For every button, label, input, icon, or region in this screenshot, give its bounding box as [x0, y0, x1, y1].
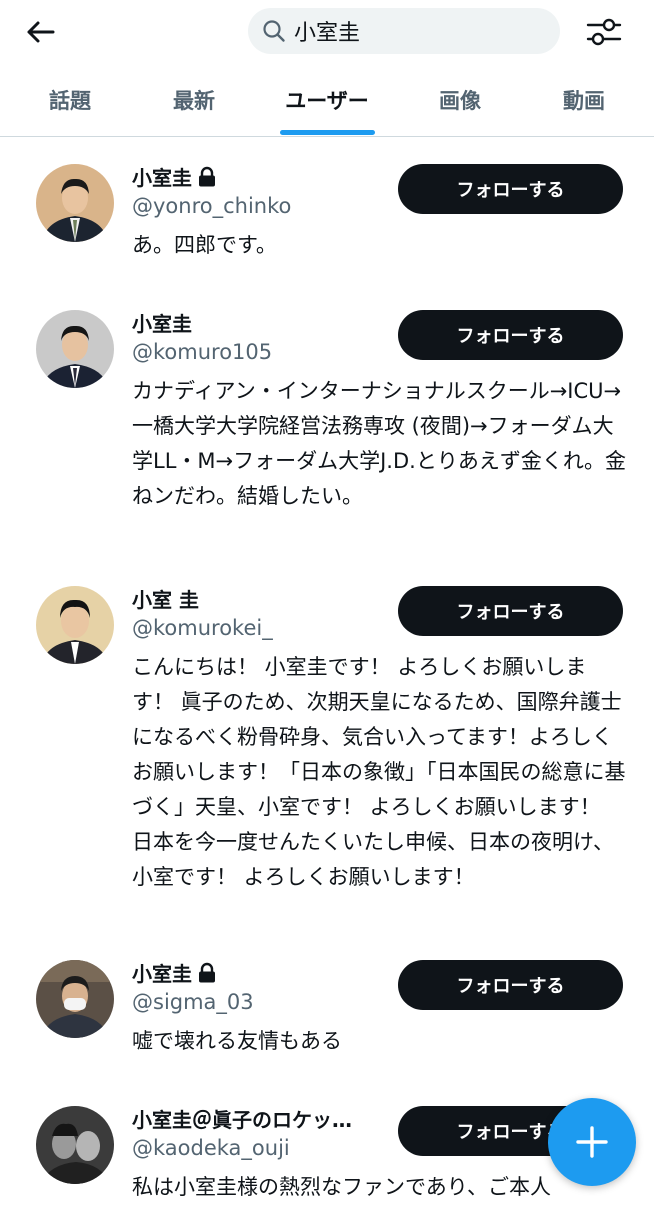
user-handle: @sigma_03	[132, 990, 254, 1014]
user-bio: カナディアン・インターナショナルスクール→ICU→一橋大学大学院経営法務専攻 (…	[132, 379, 627, 508]
tab-topics[interactable]: 話題	[10, 64, 130, 136]
search-query[interactable]: 小室圭	[294, 15, 360, 47]
user-handle: @komuro105	[132, 340, 273, 364]
plus-icon	[576, 1126, 608, 1158]
arrow-left-icon	[27, 21, 55, 43]
follow-button[interactable]: フォローする	[398, 960, 623, 1010]
user-name: 小室圭	[132, 312, 192, 336]
lock-icon	[196, 166, 218, 188]
top-bar: 小室圭	[0, 0, 654, 62]
tab-latest[interactable]: 最新	[134, 64, 254, 136]
tab-images[interactable]: 画像	[400, 64, 520, 136]
avatar[interactable]	[36, 960, 114, 1038]
avatar[interactable]	[36, 1106, 114, 1184]
user-handle: @kaodeka_ouji	[132, 1136, 290, 1160]
tab-users[interactable]: ユーザー	[262, 64, 392, 136]
avatar[interactable]	[36, 164, 114, 242]
user-handle: @yonro_chinko	[132, 194, 292, 218]
avatar[interactable]	[36, 310, 114, 388]
search-tabs: 話題 最新 ユーザー 画像 動画	[0, 64, 654, 137]
compose-button[interactable]	[548, 1098, 636, 1186]
user-bio: あ。四郎です。	[132, 233, 277, 257]
user-handle: @komurokei_	[132, 616, 273, 640]
search-bar[interactable]: 小室圭	[248, 8, 560, 54]
user-name: 小室圭	[132, 958, 218, 987]
user-bio: 嘘で壊れる友情もある	[132, 1029, 342, 1053]
follow-button[interactable]: フォローする	[398, 586, 623, 636]
follow-button[interactable]: フォローする	[398, 164, 623, 214]
active-tab-indicator	[280, 130, 375, 135]
search-settings-button[interactable]	[582, 12, 626, 52]
lock-icon	[196, 962, 218, 984]
sliders-icon	[586, 18, 622, 46]
follow-button[interactable]: フォローする	[398, 310, 623, 360]
user-name: 小室 圭	[132, 588, 199, 612]
search-icon	[263, 20, 285, 42]
tab-videos[interactable]: 動画	[524, 64, 644, 136]
user-bio: こんにちは！ 小室圭です！ よろしくお願いします！ 眞子のため、次期天皇になるた…	[132, 655, 626, 889]
avatar[interactable]	[36, 586, 114, 664]
user-name: 小室圭	[132, 162, 218, 191]
back-button[interactable]	[20, 14, 60, 50]
user-name: 小室圭＠眞子のロケッ…	[132, 1108, 352, 1132]
